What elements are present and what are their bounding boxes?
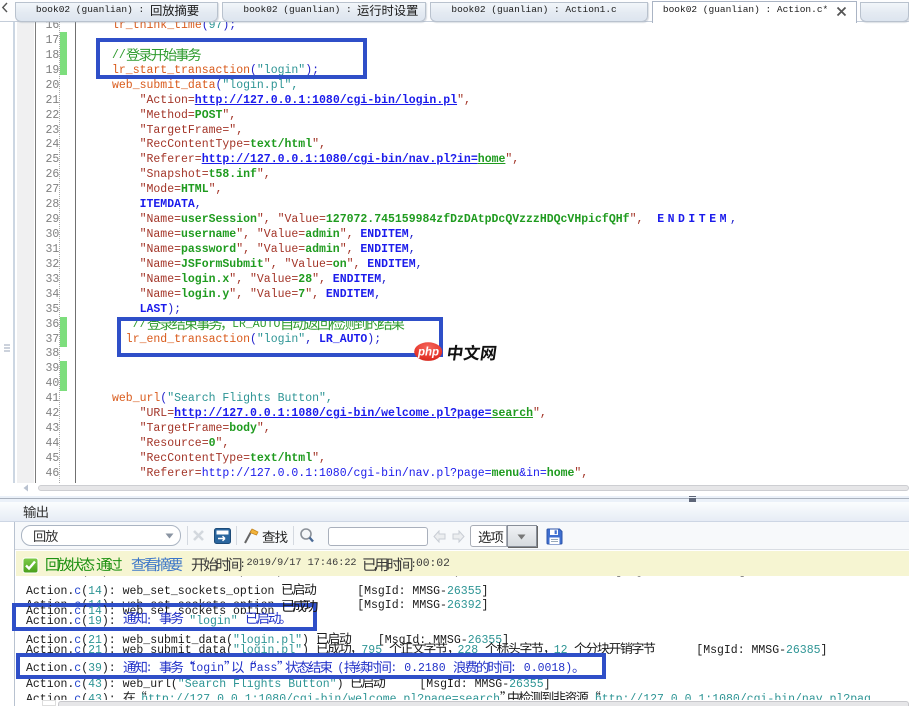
- svg-text:php: php: [416, 346, 438, 358]
